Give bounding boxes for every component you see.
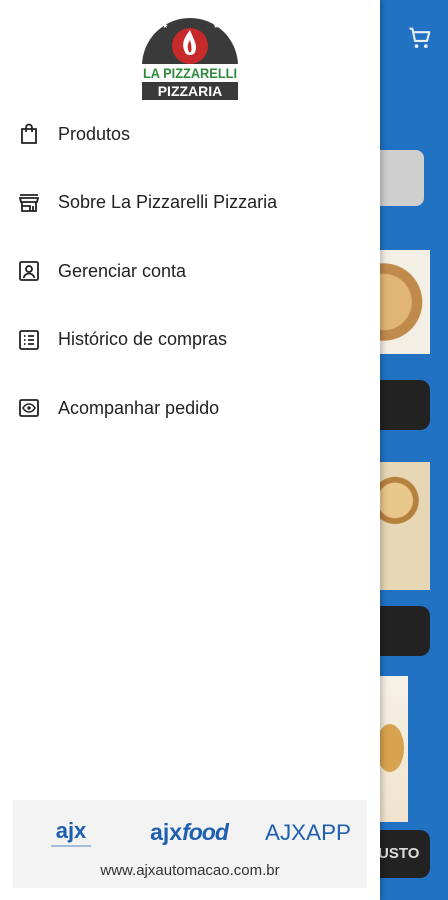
- logo-line1: LA PIZZARELLI: [143, 65, 237, 81]
- cart-icon[interactable]: [406, 24, 434, 52]
- product-button[interactable]: [372, 606, 430, 656]
- list-icon: [16, 327, 42, 353]
- ajxfood-logo: ajxfood: [150, 819, 230, 845]
- navigation-drawer: ★ ★ ★ ★ LA PIZZARELLI PIZZARIA Produtos …: [0, 0, 380, 900]
- product-image: [372, 250, 430, 354]
- svg-text:★: ★: [174, 10, 180, 18]
- pizzeria-logo: ★ ★ ★ ★ LA PIZZARELLI PIZZARIA: [142, 10, 238, 100]
- drawer-footer: ajx ajxfood AJXAPP www.ajxautomacao.com.…: [13, 800, 367, 888]
- ajx-logo: ajx: [56, 818, 87, 843]
- menu-item-label: Acompanhar pedido: [58, 397, 220, 418]
- drawer-menu: Produtos Sobre La Pizzarelli Pizzaria Ge…: [0, 100, 380, 443]
- menu-item-label: Gerenciar conta: [58, 260, 187, 281]
- svg-text:★: ★: [162, 22, 168, 30]
- menu-item-label: Histórico de compras: [58, 329, 228, 350]
- shopping-bag-icon: [16, 121, 42, 147]
- menu-item-label: Produtos: [58, 123, 131, 144]
- menu-item-historico[interactable]: Histórico de compras: [0, 306, 380, 375]
- ajxapp-logo: AJXAPP: [265, 820, 351, 845]
- menu-item-produtos[interactable]: Produtos: [0, 100, 380, 169]
- logo-line2: PIZZARIA: [158, 83, 223, 99]
- account-box-icon: [16, 258, 42, 284]
- eye-icon: [16, 395, 42, 421]
- menu-item-acompanhar[interactable]: Acompanhar pedido: [0, 374, 380, 443]
- product-button[interactable]: [372, 380, 430, 430]
- menu-item-label: Sobre La Pizzarelli Pizzaria: [58, 192, 278, 213]
- storefront-icon: [16, 190, 42, 216]
- svg-text:★: ★: [200, 10, 206, 18]
- product-button[interactable]: USTO: [372, 830, 430, 878]
- svg-text:★: ★: [213, 22, 219, 30]
- menu-item-gerenciar-conta[interactable]: Gerenciar conta: [0, 237, 380, 306]
- partner-logos: ajx ajxfood AJXAPP: [51, 818, 351, 847]
- product-image: [372, 462, 430, 590]
- menu-item-sobre[interactable]: Sobre La Pizzarelli Pizzaria: [0, 169, 380, 238]
- website-link[interactable]: www.ajxautomacao.com.br: [13, 862, 367, 879]
